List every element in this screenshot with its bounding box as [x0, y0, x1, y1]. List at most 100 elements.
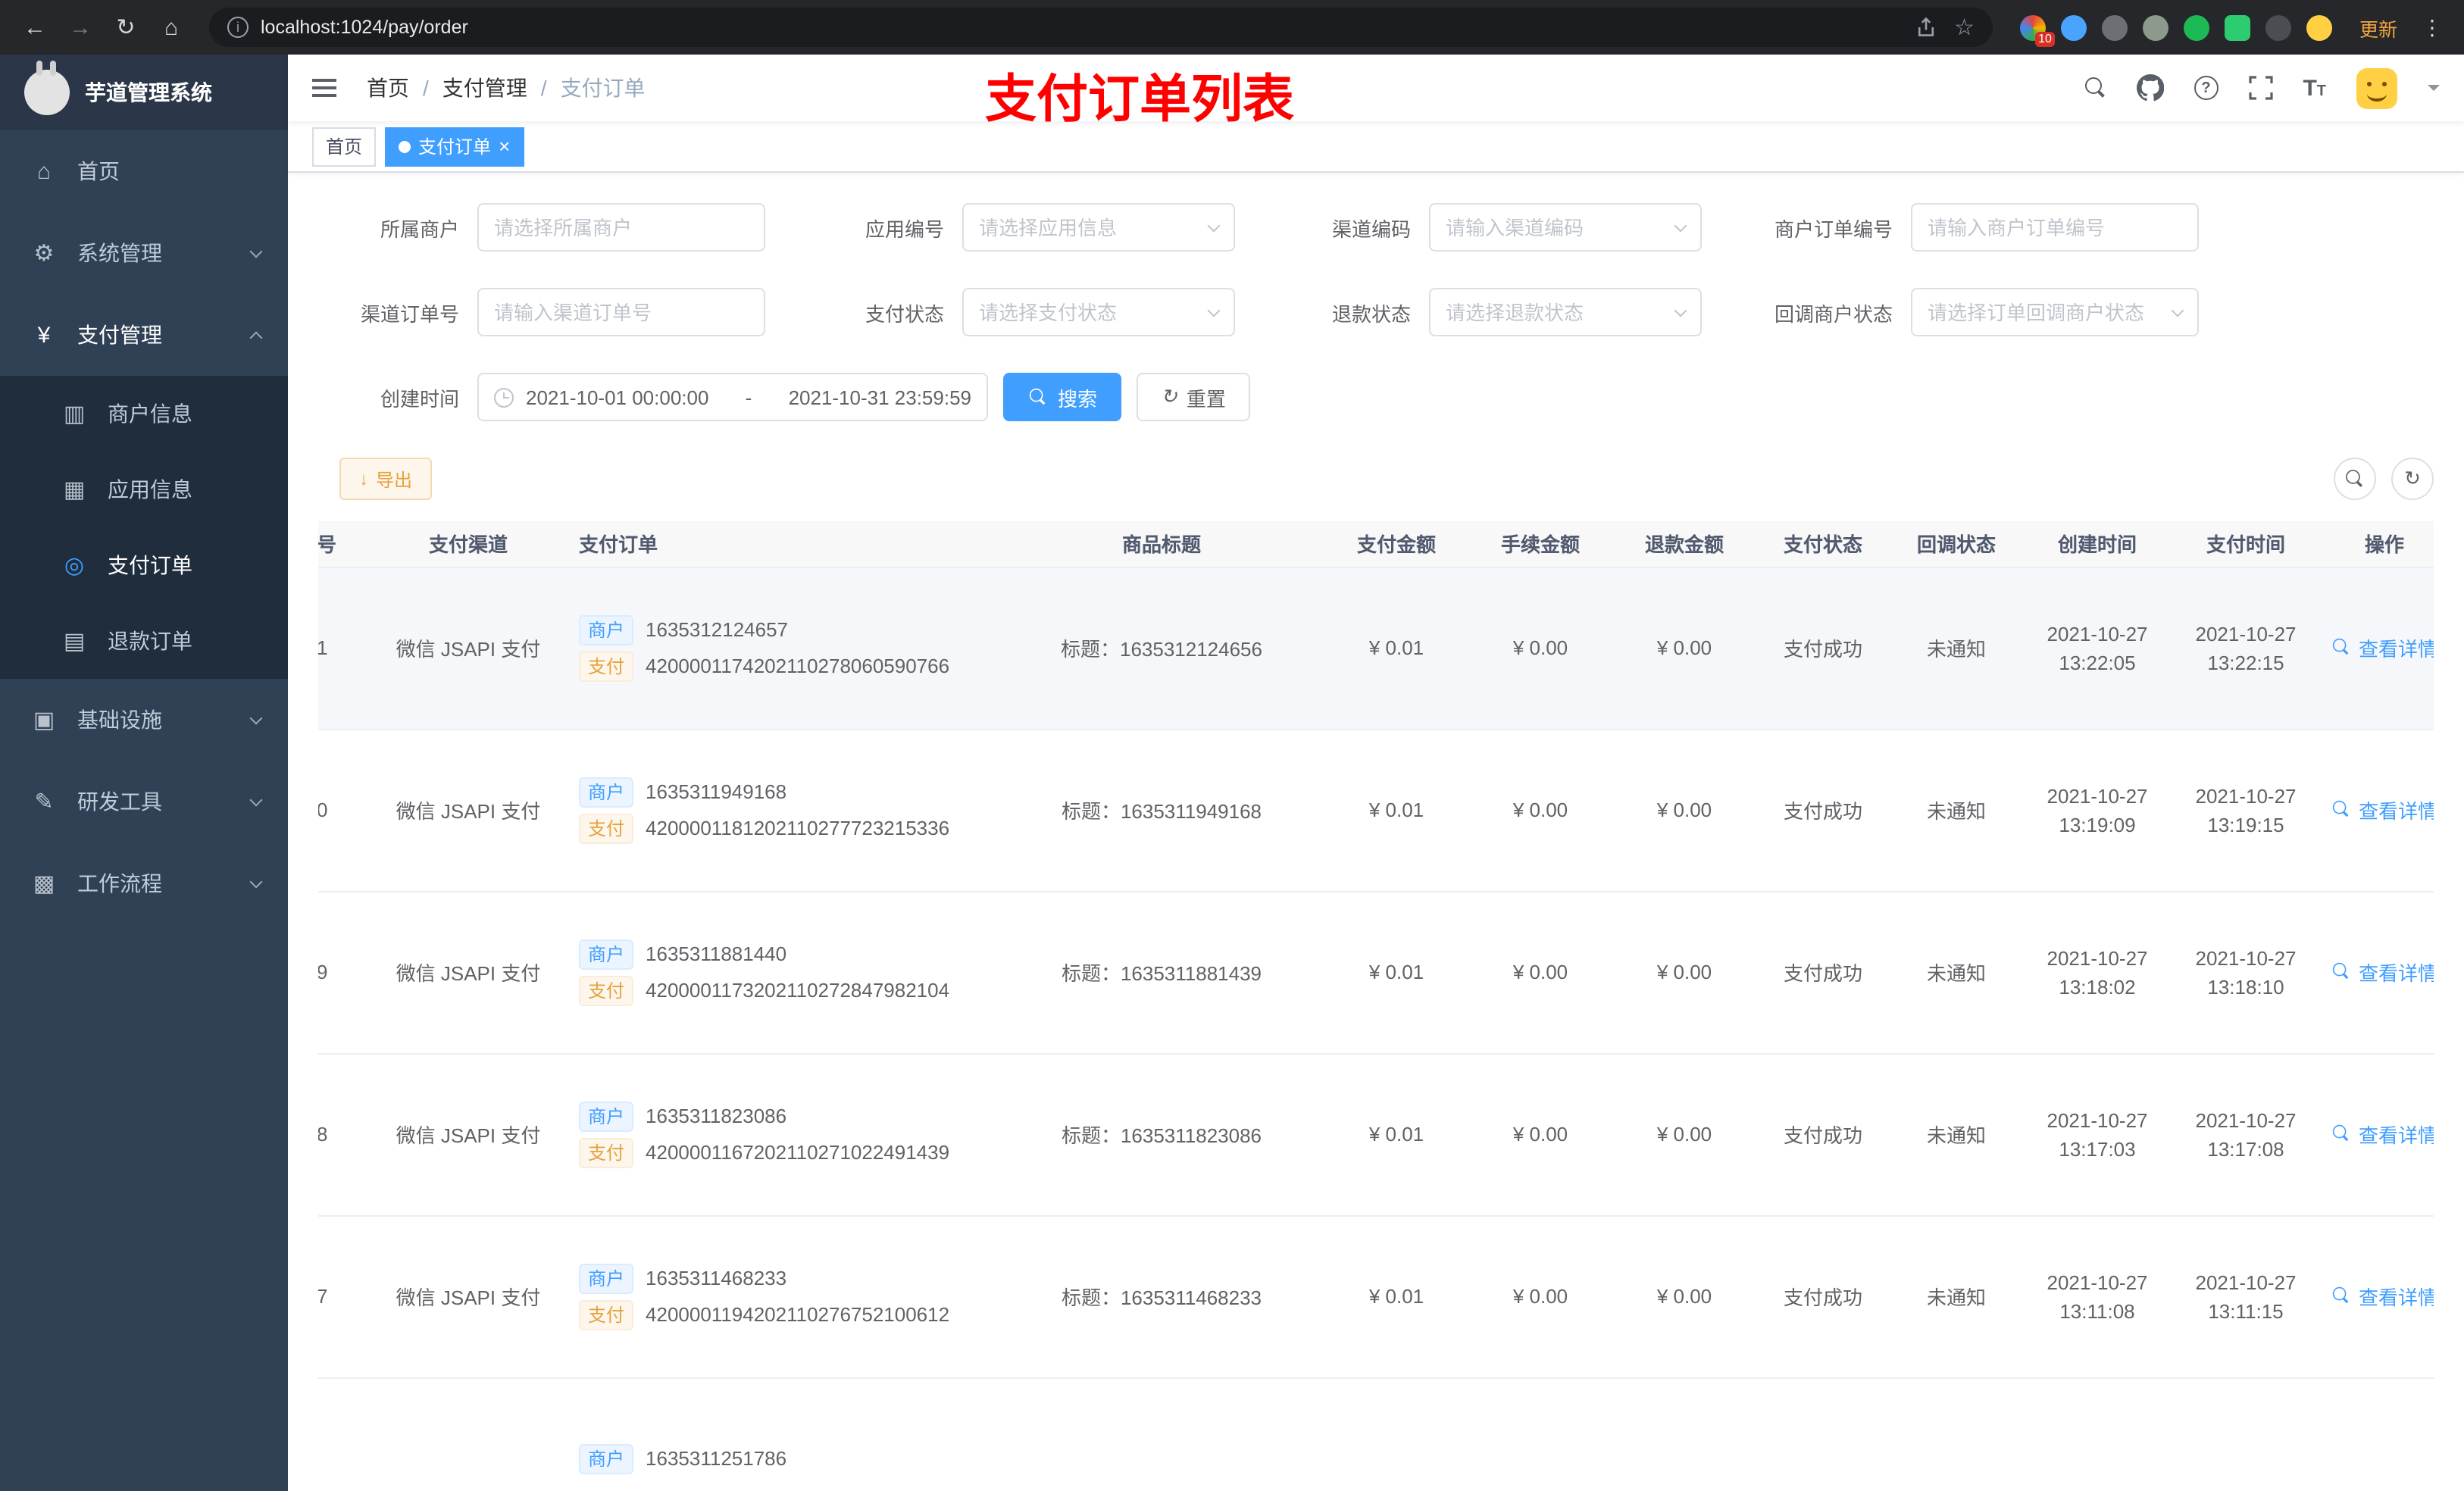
- breadcrumb-payment[interactable]: 支付管理: [442, 73, 561, 103]
- merchant-tag: 商户: [579, 939, 634, 969]
- back-button[interactable]: ←: [15, 8, 55, 47]
- extension-icon-5[interactable]: [2183, 14, 2209, 40]
- sidebar-item-refund-order[interactable]: ▤ 退款订单: [0, 603, 288, 679]
- cell-created: 2021-10-27 13:11:08: [2023, 1215, 2172, 1378]
- pay-status-select[interactable]: [962, 288, 1235, 336]
- view-detail-link[interactable]: 查看详情: [2331, 1120, 2434, 1149]
- sidebar-item-system[interactable]: ⚙ 系统管理: [0, 212, 288, 294]
- sidebar-item-devtools[interactable]: ✎ 研发工具: [0, 761, 288, 842]
- export-button[interactable]: 导出: [339, 458, 433, 500]
- extension-icon-6[interactable]: [2224, 14, 2250, 40]
- sidebar-logo[interactable]: 芋道管理系统: [0, 55, 288, 130]
- table-row[interactable]: 17 微信 JSAPI 支付 商户 1635311468233 支付: [318, 1215, 2434, 1378]
- table-row[interactable]: 商户 1635311251786 支付: [318, 1377, 2434, 1491]
- channel-code-select[interactable]: [1429, 203, 1702, 252]
- navbar-actions: [2084, 67, 2440, 108]
- sidebar-toggle-icon[interactable]: [312, 76, 339, 100]
- table-row[interactable]: 20 微信 JSAPI 支付 商户 1635311949168 支付: [318, 729, 2434, 892]
- channel-order-no-input[interactable]: [494, 301, 749, 324]
- pay-order-no: 4200001181202110277723215336: [646, 817, 950, 839]
- avatar-caret-icon[interactable]: [2428, 85, 2440, 97]
- pay-status-select-input[interactable]: [979, 301, 1200, 324]
- cell-refund-amount: ¥ 0.00: [1612, 1053, 1756, 1216]
- pay-order-icon: ◎: [64, 553, 85, 579]
- header-pay-time: 支付时间: [2172, 521, 2320, 567]
- sidebar-item-home[interactable]: ⌂ 首页: [0, 130, 288, 212]
- extension-puzzle-icon[interactable]: [2265, 14, 2291, 40]
- refresh-table-button[interactable]: [2391, 458, 2434, 500]
- bookmark-star-icon[interactable]: ☆: [1954, 14, 1975, 41]
- view-detail-link[interactable]: 查看详情: [2331, 633, 2434, 662]
- font-size-icon[interactable]: [2303, 75, 2326, 101]
- tab-close-icon[interactable]: [499, 136, 510, 156]
- logo-image: [24, 61, 70, 115]
- cell-channel: 微信 JSAPI 支付: [370, 1215, 567, 1378]
- search-button[interactable]: 搜索: [1003, 373, 1122, 421]
- merchant-select[interactable]: [477, 203, 765, 252]
- help-icon[interactable]: [2194, 76, 2219, 100]
- app-no-select-input[interactable]: [979, 216, 1200, 239]
- date-range-picker[interactable]: 2021-10-01 00:00:00 - 2021-10-31 23:59:5…: [477, 373, 988, 421]
- site-info-icon[interactable]: i: [227, 17, 249, 38]
- table-row[interactable]: 18 微信 JSAPI 支付 商户 1635311823086 支付: [318, 1053, 2434, 1216]
- download-icon: [359, 468, 368, 489]
- cell-paid: 2021-10-27 13:19:15: [2172, 729, 2320, 892]
- profile-avatar-icon[interactable]: [2306, 14, 2332, 40]
- chevron-down-icon: [249, 874, 263, 888]
- chrome-update-button[interactable]: 更新: [2347, 8, 2409, 46]
- share-icon[interactable]: [1915, 17, 1936, 38]
- home-button[interactable]: ⌂: [152, 8, 191, 47]
- date-start-value: 2021-10-01 00:00:00: [526, 386, 709, 408]
- screenshot-stage: ← → ↻ ⌂ i localhost:1024/pay/order ☆ 10 …: [0, 0, 2464, 1491]
- extension-icon-2[interactable]: [2060, 14, 2087, 40]
- table-row[interactable]: 19 微信 JSAPI 支付 商户 1635311881440 支付: [318, 891, 2434, 1054]
- filter-label-create-time: 创建时间: [380, 387, 459, 410]
- extension-icon-4[interactable]: [2142, 14, 2169, 40]
- reset-button[interactable]: 重置: [1137, 373, 1250, 421]
- user-avatar[interactable]: [2356, 67, 2397, 108]
- cell-paid: 2021-10-27 13:17:08: [2172, 1053, 2320, 1216]
- merchant-order-no-input[interactable]: [1928, 216, 2182, 239]
- merchant-select-input[interactable]: [494, 216, 749, 239]
- channel-order-no-field[interactable]: [477, 288, 765, 336]
- sidebar-item-infra[interactable]: ▣ 基础设施: [0, 679, 288, 761]
- address-bar[interactable]: i localhost:1024/pay/order ☆: [209, 8, 1993, 47]
- breadcrumb-home[interactable]: 首页: [367, 73, 442, 103]
- toggle-search-button[interactable]: [2334, 458, 2376, 500]
- magnifier-icon: [2333, 1125, 2350, 1142]
- fullscreen-icon[interactable]: [2248, 76, 2273, 100]
- tab-pay-order[interactable]: 支付订单: [385, 127, 524, 166]
- view-detail-link[interactable]: 查看详情: [2331, 1282, 2434, 1311]
- cell-callback: 未通知: [1890, 1053, 2023, 1216]
- header-callback-status: 回调状态: [1890, 521, 2023, 567]
- sidebar-item-pay-order[interactable]: ◎ 支付订单: [0, 527, 288, 603]
- view-detail-link[interactable]: 查看详情: [2331, 796, 2434, 824]
- github-icon[interactable]: [2136, 74, 2164, 102]
- callback-status-select[interactable]: [1911, 288, 2199, 336]
- sidebar-item-merchant-info[interactable]: ▥ 商户信息: [0, 376, 288, 452]
- reload-button[interactable]: ↻: [106, 8, 145, 47]
- filter-row-3: 创建时间 2021-10-01 00:00:00 - 2021-10-31 23…: [318, 373, 2434, 421]
- forward-button[interactable]: →: [61, 8, 100, 47]
- sidebar-item-workflow[interactable]: ▩ 工作流程: [0, 842, 288, 924]
- cell-paid: 2021-10-27 13:18:10: [2172, 891, 2320, 1054]
- tab-home[interactable]: 首页: [312, 127, 377, 166]
- extension-icon-1[interactable]: 10: [2019, 14, 2055, 46]
- sidebar-item-app-info[interactable]: ▦ 应用信息: [0, 452, 288, 527]
- cell-pay-order: 商户 1635311881440 支付 42000011732021102728…: [567, 891, 999, 1054]
- magnifier-icon: [2346, 470, 2364, 488]
- table-row[interactable]: 21 微信 JSAPI 支付 商户 1635312124657 支付: [318, 567, 2434, 730]
- app-no-select[interactable]: [962, 203, 1235, 252]
- callback-status-select-input[interactable]: [1928, 301, 2164, 324]
- refund-status-select-input[interactable]: [1446, 301, 1667, 324]
- channel-code-input[interactable]: [1446, 216, 1667, 239]
- table-header-row: 编号 支付渠道 支付订单 商品标题 支付金额 手续金额 退款金额 支付状态 回调…: [318, 521, 2434, 567]
- cell-channel: [370, 1377, 567, 1491]
- browser-menu-icon[interactable]: ⋮: [2416, 14, 2449, 40]
- merchant-order-no-field[interactable]: [1911, 203, 2199, 252]
- extension-icon-3[interactable]: [2101, 14, 2128, 40]
- refund-status-select[interactable]: [1429, 288, 1702, 336]
- header-search-icon[interactable]: [2084, 77, 2106, 98]
- view-detail-link[interactable]: 查看详情: [2331, 958, 2434, 986]
- sidebar-item-payment[interactable]: ¥ 支付管理: [0, 294, 288, 376]
